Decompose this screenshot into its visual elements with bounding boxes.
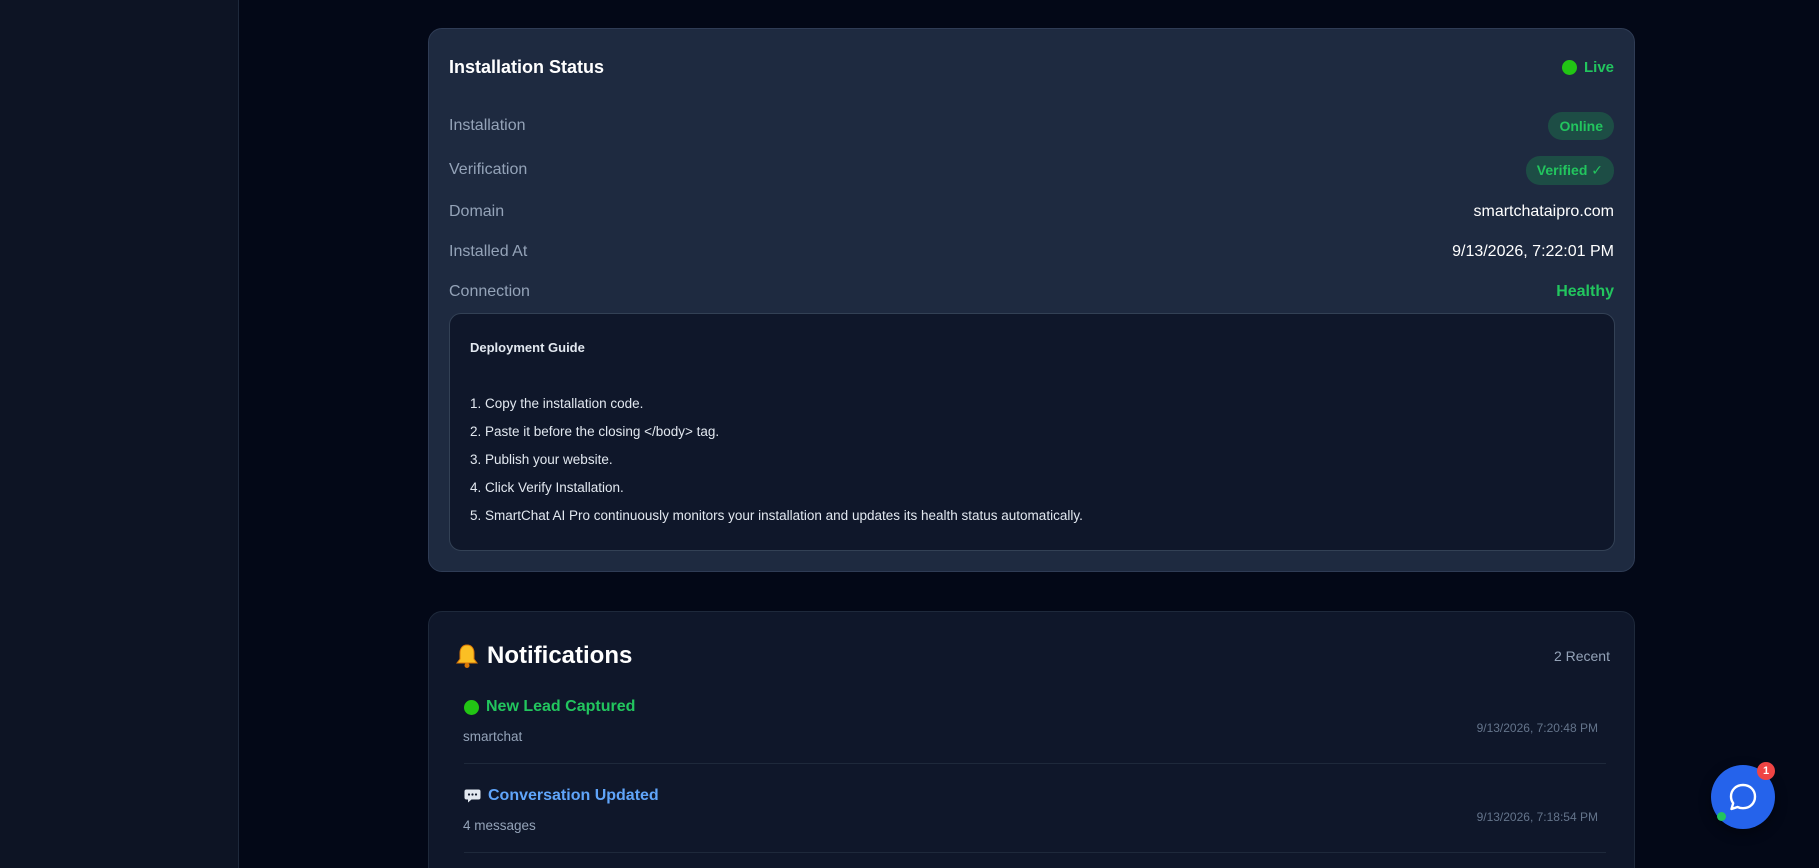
online-badge: Online — [1548, 112, 1614, 140]
sidebar — [0, 0, 239, 868]
live-indicator: Live — [1561, 58, 1614, 76]
notification-time: 9/13/2026, 7:18:54 PM — [1476, 810, 1598, 824]
connection-value: Healthy — [1556, 283, 1614, 300]
notifications-card: Notifications 2 Recent New Lead Captured… — [428, 611, 1635, 868]
live-dot-icon — [1561, 59, 1577, 75]
notification-title-wrap: New Lead Captured — [464, 698, 635, 716]
installed-at-value: 9/13/2026, 7:22:01 PM — [1452, 243, 1614, 260]
status-row-connection: Connection Healthy — [449, 277, 1614, 307]
bell-icon — [456, 644, 478, 668]
guide-step: 3. Publish your website. — [470, 452, 613, 467]
notification-item[interactable]: New Lead Captured smartchat 9/13/2026, 7… — [463, 688, 1606, 764]
row-label: Verification — [449, 161, 528, 178]
status-row-installation: Installation Online — [449, 111, 1614, 141]
row-label: Connection — [449, 283, 530, 300]
guide-title: Deployment Guide — [470, 340, 585, 355]
row-label: Installation — [449, 117, 526, 134]
notification-item[interactable]: Conversation Updated 4 messages 9/13/202… — [463, 777, 1606, 853]
status-row-verification: Verification Verified ✓ — [449, 155, 1614, 185]
verified-badge: Verified ✓ — [1525, 155, 1614, 185]
guide-step: 1. Copy the installation code. — [470, 396, 644, 411]
green-dot-icon — [464, 699, 479, 715]
status-row-installed-at: Installed At 9/13/2026, 7:22:01 PM — [449, 237, 1614, 267]
domain-value: smartchataipro.com — [1473, 203, 1615, 220]
guide-step: 4. Click Verify Installation. — [470, 480, 624, 495]
row-label: Domain — [449, 203, 505, 220]
installation-status-card: Installation Status Live Installation On… — [428, 28, 1635, 572]
online-status-dot — [1717, 812, 1726, 821]
notification-subtitle: smartchat — [463, 729, 523, 744]
row-label: Installed At — [449, 243, 528, 260]
status-row-domain: Domain smartchataipro.com — [449, 197, 1614, 227]
deployment-guide: Deployment Guide 1. Copy the installatio… — [449, 313, 1615, 551]
chat-bubble-icon — [1729, 783, 1757, 811]
notifications-header: Notifications 2 Recent — [455, 640, 1610, 672]
guide-step: 5. SmartChat AI Pro continuously monitor… — [470, 508, 1083, 523]
notifications-title: Notifications — [487, 642, 633, 669]
speech-bubble-icon — [464, 789, 481, 803]
notification-subtitle: 4 messages — [463, 818, 536, 833]
notification-title-wrap: Conversation Updated — [464, 787, 659, 805]
status-title: Installation Status — [449, 56, 605, 77]
notifications-count: 2 Recent — [1553, 648, 1610, 664]
status-header: Installation Status Live — [449, 55, 1614, 79]
live-label: Live — [1583, 58, 1614, 76]
notifications-title-wrap: Notifications — [455, 642, 632, 670]
notification-time: 9/13/2026, 7:20:48 PM — [1476, 721, 1598, 735]
chat-notification-badge: 1 — [1757, 762, 1775, 780]
notification-title: New Lead Captured — [486, 698, 636, 715]
notification-title: Conversation Updated — [488, 787, 659, 804]
guide-step: 2. Paste it before the closing </body> t… — [470, 424, 720, 439]
